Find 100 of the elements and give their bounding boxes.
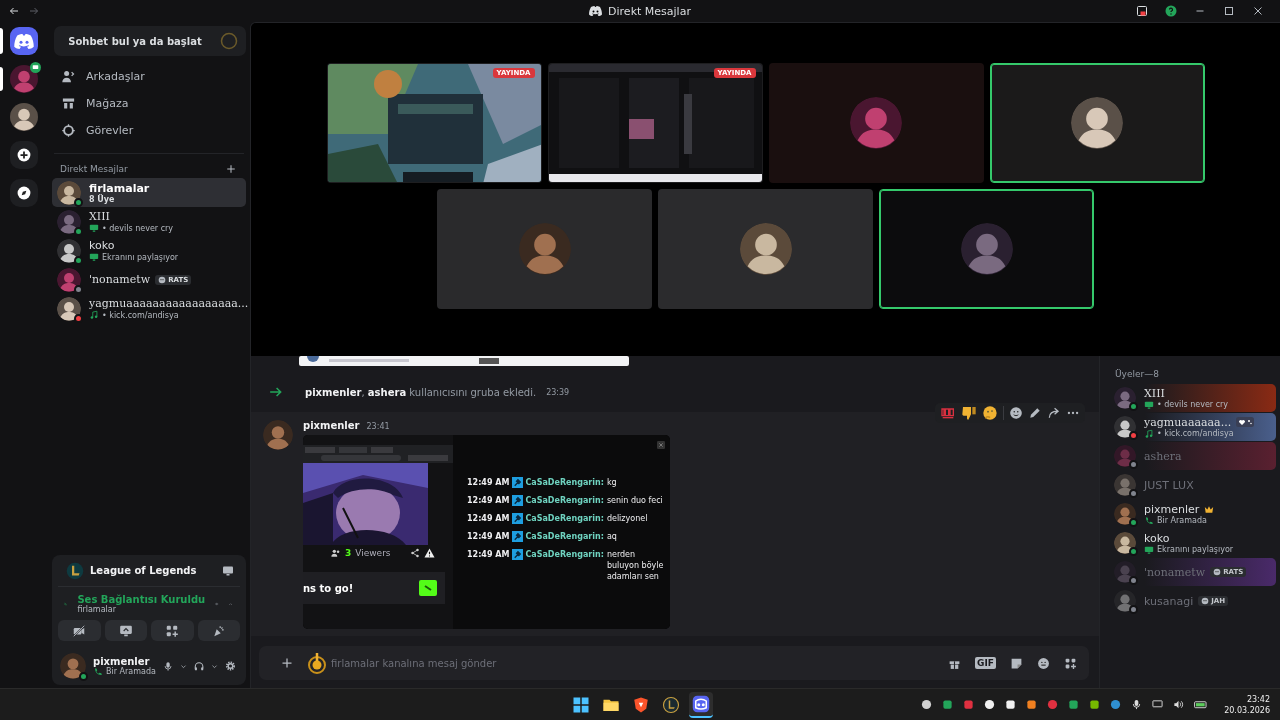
status-dot — [79, 672, 88, 681]
monitor-icon[interactable] — [1152, 699, 1164, 710]
tag-icon — [1201, 597, 1210, 605]
battery-icon[interactable] — [1194, 699, 1209, 710]
chat-username: CaSaDeRengarin: — [525, 549, 604, 560]
forward-arrow-icon[interactable] — [1047, 406, 1061, 420]
user-status: 8 Üye — [89, 194, 115, 204]
member-item[interactable]: pixmenler Bir Aramada — [1112, 500, 1276, 528]
dm-item[interactable]: firlamalar 8 Üye — [52, 178, 246, 207]
tray-icon[interactable] — [984, 699, 996, 710]
microphone-icon[interactable] — [1131, 699, 1143, 710]
image-attachment[interactable] — [303, 435, 670, 629]
avatar — [1114, 561, 1136, 583]
activities-button[interactable] — [151, 620, 194, 641]
headphones-icon[interactable] — [194, 659, 205, 673]
server-icon[interactable] — [10, 65, 38, 93]
close-icon[interactable] — [1252, 5, 1264, 17]
tray-icon[interactable] — [1005, 699, 1017, 710]
avatar — [57, 296, 81, 321]
apps-icon[interactable] — [1064, 656, 1077, 670]
help-icon[interactable] — [1165, 5, 1177, 17]
chat-text: senin duo feci — [606, 495, 663, 506]
chat-time: 12:49 AM — [467, 549, 510, 560]
video-tile[interactable] — [658, 188, 873, 309]
nav-item[interactable]: Arkadaşlar — [54, 64, 244, 89]
user-status: • kick.com/andisya — [102, 310, 179, 320]
timestamp: 23:39 — [546, 387, 570, 397]
pencil-icon[interactable] — [1028, 406, 1042, 420]
user-name: firlamalar — [89, 181, 150, 195]
chat-username: CaSaDeRengarin: — [525, 477, 604, 488]
camera-button[interactable] — [58, 620, 101, 641]
video-tile[interactable] — [989, 62, 1205, 183]
message-field[interactable]: firlamalar kanalına mesaj gönder GIF — [259, 646, 1089, 680]
speaker-icon[interactable] — [1173, 699, 1185, 710]
taskbar-app[interactable] — [689, 691, 713, 718]
clock[interactable]: 23:42 20.03.2026 — [1218, 693, 1270, 716]
avatar — [1114, 474, 1136, 496]
explore-button[interactable] — [10, 179, 38, 207]
chat-username: CaSaDeRengarin: — [525, 531, 604, 542]
plus-icon[interactable] — [226, 164, 236, 174]
wrench-icon — [512, 531, 524, 542]
user-name: pixmenler — [93, 655, 151, 667]
settings-icon[interactable] — [225, 659, 236, 673]
plus-icon[interactable] — [281, 657, 293, 669]
tray-icon[interactable] — [1089, 699, 1101, 710]
plus-icon — [17, 148, 31, 162]
dm-item[interactable]: XIII • devils never cry — [52, 207, 246, 236]
avatar — [57, 209, 81, 234]
video-tile[interactable] — [437, 188, 652, 309]
microphone-icon[interactable] — [162, 659, 173, 673]
voice-channel[interactable]: firlamalar — [77, 605, 206, 614]
user-status: Bir Aramada — [106, 667, 156, 676]
chat-time: 12:49 AM — [467, 531, 510, 542]
thumbs-down-emoji-icon[interactable] — [961, 405, 977, 421]
chat-text: aq — [606, 531, 617, 542]
avatar — [57, 267, 81, 292]
camera-off-icon — [72, 623, 87, 638]
viewer-label: Viewers — [355, 548, 392, 558]
maximize-icon[interactable] — [1223, 5, 1235, 17]
wrench-icon — [512, 549, 524, 560]
windows-icon — [572, 695, 590, 714]
video-tile[interactable] — [879, 188, 1094, 309]
thinking-emoji-icon[interactable] — [982, 405, 998, 421]
home-button[interactable] — [10, 27, 38, 55]
add-server-button[interactable] — [10, 141, 38, 169]
wrench-icon — [512, 513, 524, 524]
avatar — [1071, 96, 1123, 149]
hundred-emoji-icon[interactable] — [940, 405, 956, 421]
message-author[interactable]: pixmenler — [303, 420, 360, 431]
system-message: pixmenler, ashera kullanıcısını gruba ekledi. — [305, 386, 537, 398]
dm-item[interactable]: yagmuaaaaaaaaaaaaaaaaa... • kick.com/andisya — [52, 294, 246, 323]
nav-item[interactable]: Görevler — [54, 118, 244, 143]
sticker-icon[interactable] — [1010, 656, 1023, 670]
gif-button[interactable]: GIF — [975, 657, 996, 669]
game-icon — [66, 561, 84, 580]
server-icon[interactable] — [10, 103, 38, 131]
screen-share-button[interactable] — [104, 620, 147, 641]
inbox-icon[interactable] — [1136, 5, 1148, 17]
ring-icon — [220, 32, 238, 50]
nav-item[interactable]: Mağaza — [54, 91, 244, 116]
tray-icon[interactable] — [921, 699, 933, 710]
smiley-add-icon[interactable] — [1009, 406, 1023, 420]
avatar — [1114, 532, 1136, 554]
member-item[interactable]: yagmuaaaaaa... • kick.com/andisya — [1112, 413, 1276, 441]
member-item[interactable]: JUST LUX — [1112, 471, 1276, 499]
dm-item[interactable]: koko Ekranını paylaşıyor — [52, 236, 246, 265]
clock-time: 23:42 — [1245, 693, 1270, 705]
tray-icon[interactable] — [1026, 699, 1038, 710]
apps-icon — [165, 623, 180, 638]
member-item[interactable]: XIII • devils never cry — [1112, 384, 1276, 412]
member-item[interactable]: koko Ekranını paylaşıyor — [1112, 529, 1276, 557]
soundboard-button[interactable] — [197, 620, 240, 641]
user-status: • devils never cry — [1157, 400, 1229, 409]
user-name: XIII — [1144, 386, 1165, 400]
screen-share-icon[interactable] — [222, 564, 234, 577]
back-icon[interactable] — [8, 5, 20, 17]
video-tile[interactable] — [768, 62, 984, 183]
avatar — [739, 222, 792, 275]
voice-status: Ses Bağlantısı Kuruldu — [77, 594, 206, 605]
emoji-icon[interactable] — [1037, 656, 1050, 670]
